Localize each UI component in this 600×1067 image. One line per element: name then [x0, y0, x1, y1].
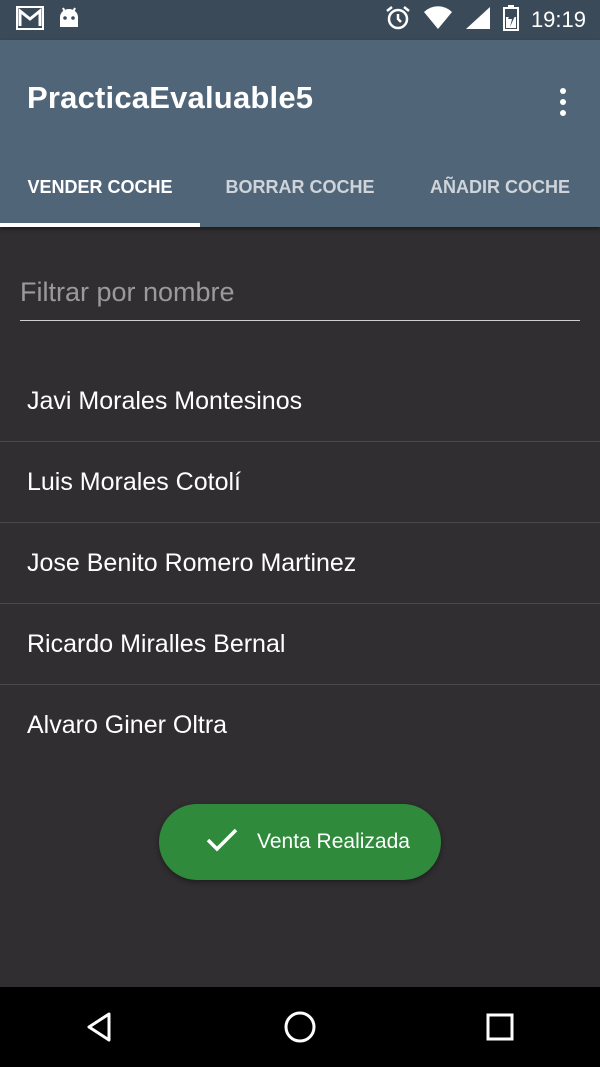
tab-bar: VENDER COCHE BORRAR COCHE AÑADIR COCHE [0, 147, 600, 227]
back-icon[interactable] [60, 987, 140, 1067]
wifi-icon [423, 6, 453, 34]
list-item[interactable]: Alvaro Giner Oltra [0, 685, 600, 766]
status-bar-notifications [16, 6, 80, 34]
home-icon[interactable] [260, 987, 340, 1067]
status-bar: 19:19 [0, 0, 600, 40]
check-icon [205, 826, 239, 858]
gmail-icon [16, 6, 44, 34]
filter-field [20, 268, 580, 321]
customer-list: Javi Morales Montesinos Luis Morales Cot… [0, 361, 600, 766]
android-icon [58, 7, 80, 33]
tab-vender-coche[interactable]: VENDER COCHE [0, 147, 200, 227]
toast-message: Venta Realizada [257, 830, 410, 853]
list-item[interactable]: Luis Morales Cotolí [0, 442, 600, 523]
recents-icon[interactable] [460, 987, 540, 1067]
overflow-menu-icon[interactable] [548, 82, 578, 122]
signal-icon [465, 6, 491, 34]
app-bar: PracticaEvaluable5 VENDER COCHE BORRAR C… [0, 40, 600, 227]
filter-input[interactable] [20, 268, 580, 316]
status-bar-time: 19:19 [530, 7, 586, 32]
toast: Venta Realizada [159, 804, 441, 880]
list-item[interactable]: Jose Benito Romero Martinez [0, 523, 600, 604]
app-title: PracticaEvaluable5 [27, 80, 314, 115]
alarm-icon [385, 5, 411, 35]
navigation-bar [0, 987, 600, 1067]
status-bar-system: 19:19 [385, 5, 586, 35]
list-item[interactable]: Javi Morales Montesinos [0, 361, 600, 442]
tab-borrar-coche[interactable]: BORRAR COCHE [200, 147, 400, 227]
list-item[interactable]: Ricardo Miralles Bernal [0, 604, 600, 685]
tab-anadir-coche[interactable]: AÑADIR COCHE [400, 147, 600, 227]
battery-icon [502, 5, 519, 35]
